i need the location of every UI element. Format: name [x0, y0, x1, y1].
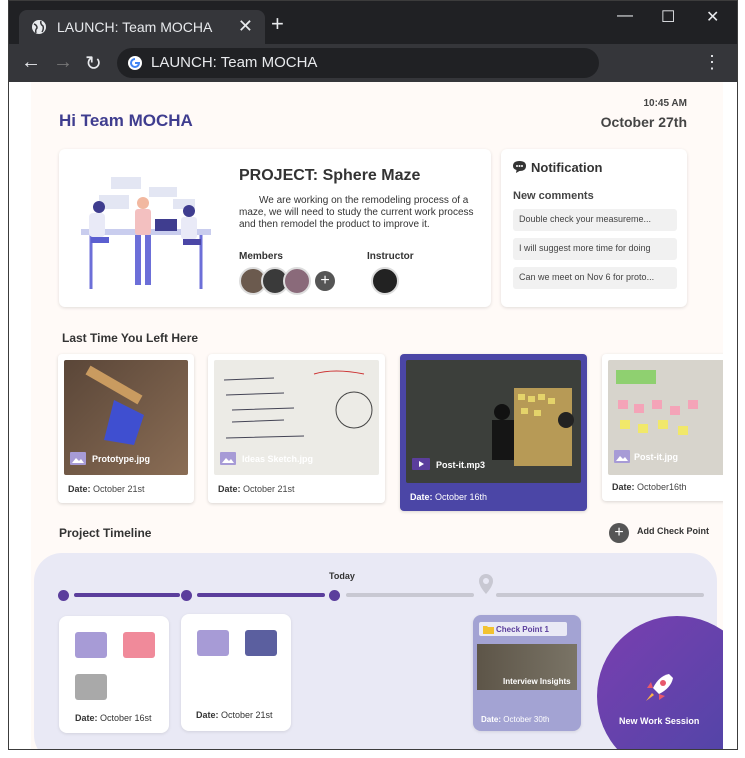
project-title: PROJECT: Sphere Maze [239, 167, 421, 184]
image-file-icon [614, 450, 630, 463]
rocket-icon [646, 674, 673, 701]
timeline-card-date: October 21st [221, 710, 273, 720]
project-card[interactable]: PROJECT: Sphere Maze We are working on t… [59, 149, 491, 307]
date-label: Date: [196, 710, 219, 720]
add-checkpoint-button[interactable]: Add Check Point [637, 526, 709, 536]
date-label: Date: [218, 484, 241, 494]
browser-tab[interactable]: LAUNCH: Team MOCHA ✕ [19, 10, 265, 44]
date-label: Date: [410, 492, 433, 502]
image-file-icon [220, 452, 236, 465]
add-member-button[interactable]: + [315, 271, 335, 291]
browser-menu-icon[interactable]: ⋮ [703, 52, 721, 73]
timeline-card[interactable]: Date: October 21st [181, 614, 291, 731]
timeline-card[interactable]: Date: October 16st [59, 616, 169, 733]
notification-subtitle: New comments [513, 190, 594, 202]
video-folder-icon [123, 632, 155, 658]
comment-item[interactable]: I will suggest more time for doing [513, 238, 677, 260]
greeting: Hi Team MOCHA [59, 111, 193, 130]
address-bar[interactable]: LAUNCH: Team MOCHA [117, 48, 599, 78]
google-icon [128, 56, 142, 70]
browser-window: LAUNCH: Team MOCHA ✕ + — ☐ ✕ ← → ↻ LAUNC… [8, 0, 738, 750]
member-avatar-3[interactable] [283, 267, 311, 295]
recent-item[interactable]: Post-it.jpg Date: October16th [602, 354, 723, 501]
add-checkpoint-icon[interactable]: + [609, 523, 629, 543]
timeline-segment [74, 593, 180, 597]
timeline-node-today[interactable] [329, 590, 340, 601]
recent-item-name: Post-it.jpg [634, 452, 678, 462]
recent-item-date: October 21st [243, 484, 295, 494]
recent-item-selected[interactable]: Post-it.mp3 Date: October 16th [400, 354, 587, 511]
new-work-session-button[interactable]: New Work Session [597, 616, 723, 749]
today-label: Today [329, 571, 355, 581]
image-file-icon [70, 452, 86, 465]
url-text: LAUNCH: Team MOCHA [151, 54, 318, 71]
recent-item[interactable]: Prototype.jpg Date: October 21st [58, 354, 194, 503]
notification-card: Notification New comments Double check y… [501, 149, 687, 307]
tab-close-icon[interactable]: ✕ [238, 16, 253, 37]
team-illustration [81, 177, 211, 289]
current-time: 10:45 AM [643, 98, 687, 109]
date-label: Date: [612, 482, 635, 492]
timeline-segment [197, 593, 325, 597]
document-folder-icon [245, 630, 277, 656]
recent-item-name: Post-it.mp3 [436, 460, 486, 470]
recent-item[interactable]: Ideas Sketch.jpg Date: October 21st [208, 354, 385, 503]
members-label: Members [239, 251, 283, 262]
date-label: Date: [75, 713, 98, 723]
timeline-node[interactable] [181, 590, 192, 601]
video-file-icon [412, 458, 430, 470]
back-button[interactable]: ← [21, 51, 41, 74]
notification-title: Notification [531, 160, 603, 175]
timeline-title: Project Timeline [59, 526, 152, 540]
chat-bubble-icon [513, 161, 526, 173]
checkpoint-title: Check Point 1 [496, 625, 549, 634]
recent-item-image [406, 360, 581, 483]
project-description: We are working on the remodeling process… [239, 195, 474, 230]
page-viewport: Hi Team MOCHA 10:45 AM October 27th PROJ… [9, 82, 737, 749]
new-session-label: New Work Session [619, 716, 700, 726]
checkpoint-card[interactable]: Check Point 1 Interview Insights Date: O… [473, 615, 581, 731]
close-window-button[interactable]: ✕ [706, 7, 719, 27]
checkpoint-caption: Interview Insights [503, 677, 571, 686]
current-date: October 27th [600, 114, 687, 130]
tab-title: LAUNCH: Team MOCHA [57, 19, 213, 35]
browser-toolbar: ← → ↻ LAUNCH: Team MOCHA ⋮ [9, 44, 737, 82]
timeline-segment [346, 593, 474, 597]
instructor-avatar[interactable] [371, 267, 399, 295]
checkpoint-date: October 30th [503, 715, 550, 724]
reload-button[interactable]: ↻ [85, 51, 102, 76]
recent-item-date: October 21st [93, 484, 145, 494]
recent-section-title: Last Time You Left Here [62, 331, 199, 345]
tab-bar: LAUNCH: Team MOCHA ✕ + — ☐ ✕ [9, 1, 737, 44]
globe-icon [32, 20, 46, 34]
timeline-node[interactable] [58, 590, 69, 601]
recent-item-name: Prototype.jpg [92, 454, 150, 464]
date-label: Date: [68, 484, 91, 494]
timeline-card-date: October 16st [100, 713, 152, 723]
timeline-panel: Today Date: October 16st Date: October 2… [34, 553, 723, 749]
recent-item-date: October 16th [435, 492, 488, 502]
folder-icon [483, 626, 494, 634]
image-folder-icon [75, 632, 107, 658]
comment-item[interactable]: Can we meet on Nov 6 for proto... [513, 267, 677, 289]
new-tab-button[interactable]: + [271, 11, 284, 37]
recent-item-date: October16th [637, 482, 687, 492]
date-label: Date: [481, 715, 502, 724]
document-folder-icon [75, 674, 107, 700]
dashboard: Hi Team MOCHA 10:45 AM October 27th PROJ… [31, 82, 723, 749]
location-pin-icon[interactable] [477, 573, 495, 595]
maximize-button[interactable]: ☐ [661, 7, 675, 27]
instructor-label: Instructor [367, 251, 414, 262]
forward-button[interactable]: → [53, 51, 73, 74]
image-folder-icon [197, 630, 229, 656]
recent-item-name: Ideas Sketch.jpg [242, 454, 314, 464]
timeline-segment [496, 593, 704, 597]
comment-item[interactable]: Double check your measureme... [513, 209, 677, 231]
minimize-button[interactable]: — [617, 7, 633, 25]
